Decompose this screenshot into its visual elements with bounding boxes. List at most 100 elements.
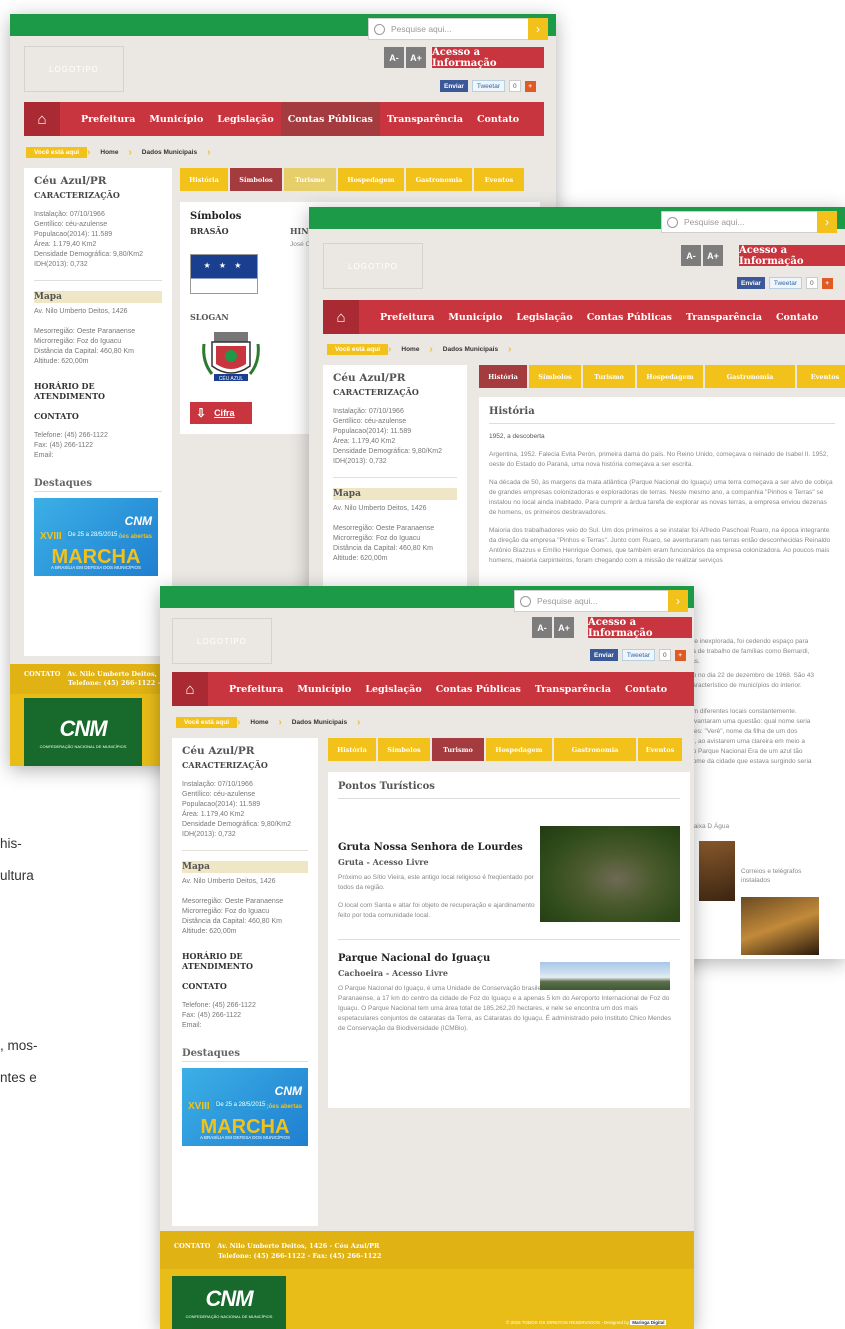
logo-placeholder: LOGOTIPO — [172, 618, 272, 664]
main-nav: ⌂ Prefeitura Município Legislação Contas… — [24, 102, 544, 136]
nav-contas-publicas[interactable]: Contas Públicas — [429, 672, 528, 706]
nav-contas-publicas[interactable]: Contas Públicas — [580, 300, 679, 334]
page-text-fragment: ultura — [0, 868, 34, 883]
font-decrease-button[interactable]: A- — [681, 245, 701, 266]
gplus-button[interactable]: + — [674, 649, 686, 661]
nav-legislacao[interactable]: Legislação — [509, 300, 579, 334]
home-icon[interactable]: ⌂ — [323, 300, 359, 334]
breadcrumb-home[interactable]: Home — [391, 346, 429, 353]
tab-historia[interactable]: História — [479, 365, 527, 388]
nav-prefeitura[interactable]: Prefeitura — [222, 672, 290, 706]
tab-gastronomia[interactable]: Gastronomia — [406, 168, 472, 191]
tab-hospedagem[interactable]: Hospedagem — [637, 365, 703, 388]
tab-eventos[interactable]: Eventos — [474, 168, 524, 191]
font-increase-button[interactable]: A+ — [406, 47, 426, 68]
nav-legislacao[interactable]: Legislação — [210, 102, 280, 136]
nav-municipio[interactable]: Município — [441, 300, 509, 334]
acesso-informacao-button[interactable]: Acesso a Informação — [739, 245, 845, 267]
paragraph: O local com Santa e altar foi objeto de … — [338, 902, 535, 919]
tab-historia[interactable]: História — [328, 738, 376, 761]
tab-hospedagem[interactable]: Hospedagem — [338, 168, 404, 191]
marcha-banner[interactable]: CNM Inscrições abertas XVIII De 25 a 28/… — [182, 1068, 308, 1146]
tab-hospedagem[interactable]: Hospedagem — [486, 738, 552, 761]
info-row: Microrregião: Foz do Iguacu — [182, 908, 270, 915]
sidebar: Céu Azul/PR CARACTERIZAÇÃO Instalação: 0… — [24, 168, 172, 656]
tab-turismo[interactable]: Turismo — [583, 365, 635, 388]
tab-bar: História Símbolos Turismo Hospedagem Gas… — [328, 738, 682, 761]
acesso-informacao-button[interactable]: Acesso a Informação — [588, 617, 692, 639]
tab-gastronomia[interactable]: Gastronomia — [554, 738, 636, 761]
breadcrumb-current: Dados Municipais — [141, 149, 198, 156]
marcha-banner[interactable]: CNM Inscrições abertas XVIII De 25 a 28/… — [34, 498, 158, 576]
info-row: Mesorregião: Oeste Paranaense — [182, 898, 284, 905]
social-share-bar: Enviar Tweetar 0 + — [590, 649, 686, 661]
tab-simbolos[interactable]: Símbolos — [529, 365, 581, 388]
nav-legislacao[interactable]: Legislação — [358, 672, 428, 706]
nav-contato[interactable]: Contato — [618, 672, 674, 706]
tab-eventos[interactable]: Eventos — [797, 365, 845, 388]
home-icon[interactable]: ⌂ — [24, 102, 60, 136]
tab-simbolos[interactable]: Símbolos — [230, 168, 282, 191]
breadcrumb-home[interactable]: Home — [240, 719, 278, 726]
gplus-button[interactable]: + — [821, 277, 833, 289]
banner-xviii: XVIII — [188, 1101, 210, 1112]
nav-contato[interactable]: Contato — [470, 102, 526, 136]
search-submit-button[interactable]: › — [528, 18, 548, 40]
info-row: Distância da Capital: 460,80 Km — [333, 545, 434, 552]
nav-contato[interactable]: Contato — [769, 300, 825, 334]
breadcrumb-label: Você está aqui — [327, 344, 389, 355]
info-row: Mesorregião: Oeste Paranaense — [333, 525, 435, 532]
facebook-share-button[interactable]: Enviar — [737, 277, 765, 289]
info-row: Densidade Demográfica: 9,80/Km2 — [182, 821, 291, 828]
font-decrease-button[interactable]: A- — [532, 617, 552, 638]
home-icon[interactable]: ⌂ — [172, 672, 208, 706]
facebook-share-button[interactable]: Enviar — [440, 80, 468, 92]
nav-prefeitura[interactable]: Prefeitura — [74, 102, 142, 136]
info-row: Mesorregião: Oeste Paranaense — [34, 328, 136, 335]
nav-municipio[interactable]: Município — [290, 672, 358, 706]
nav-transparencia[interactable]: Transparência — [380, 102, 470, 136]
search-input[interactable]: Pesquise aqui... › — [368, 18, 548, 40]
font-increase-button[interactable]: A+ — [703, 245, 723, 266]
tab-simbolos[interactable]: Símbolos — [378, 738, 430, 761]
facebook-share-button[interactable]: Enviar — [590, 649, 618, 661]
tab-historia[interactable]: História — [180, 168, 228, 191]
breadcrumb-home[interactable]: Home — [90, 149, 128, 156]
panel-title: História — [489, 407, 835, 424]
info-row: Distância da Capital: 460,80 Km — [182, 918, 283, 925]
info-row: Populacao(2014): 11.589 — [333, 428, 412, 435]
tweet-button[interactable]: Tweetar — [471, 80, 505, 92]
tweet-button[interactable]: Tweetar — [768, 277, 802, 289]
search-submit-button[interactable]: › — [668, 590, 688, 612]
contato-heading: CONTATO — [182, 981, 227, 991]
mapa-heading: Mapa — [182, 861, 308, 873]
place-name[interactable]: Gruta Nossa Senhora de Lourdes — [338, 843, 538, 853]
nav-municipio[interactable]: Município — [142, 102, 210, 136]
font-decrease-button[interactable]: A- — [384, 47, 404, 68]
search-submit-button[interactable]: › — [817, 211, 837, 233]
tab-gastronomia[interactable]: Gastronomia — [705, 365, 795, 388]
nav-contas-publicas[interactable]: Contas Públicas — [280, 102, 380, 136]
info-row: Altitude: 620,00m — [34, 358, 89, 365]
tweet-button[interactable]: Tweetar — [621, 649, 655, 661]
info-row: Instalação: 07/10/1966 — [182, 781, 253, 788]
acesso-informacao-button[interactable]: Acesso a Informação — [432, 47, 544, 69]
nav-prefeitura[interactable]: Prefeitura — [373, 300, 441, 334]
caracterizacao-heading: CARACTERIZAÇÃO — [182, 760, 268, 770]
tab-eventos[interactable]: Eventos — [638, 738, 682, 761]
nav-transparencia[interactable]: Transparência — [528, 672, 618, 706]
gplus-button[interactable]: + — [524, 80, 536, 92]
fax: Fax: (45) 266-1122 — [34, 442, 94, 449]
info-row: Instalação: 07/10/1966 — [333, 408, 404, 415]
svg-text:CÉU AZUL: CÉU AZUL — [219, 375, 244, 382]
cifra-button[interactable]: ⇩ Cifra — [190, 402, 252, 424]
city-name: Céu Azul/PR — [333, 372, 406, 384]
tab-turismo[interactable]: Turismo — [432, 738, 484, 761]
font-increase-button[interactable]: A+ — [554, 617, 574, 638]
divider — [34, 280, 162, 281]
tab-turismo[interactable]: Turismo — [284, 168, 336, 191]
search-input[interactable]: Pesquise aqui... › — [514, 590, 688, 612]
nav-transparencia[interactable]: Transparência — [679, 300, 769, 334]
breadcrumb: Você está aqui › Home › Dados Municipais › — [176, 717, 360, 728]
search-input[interactable]: Pesquise aqui... › — [661, 211, 837, 233]
